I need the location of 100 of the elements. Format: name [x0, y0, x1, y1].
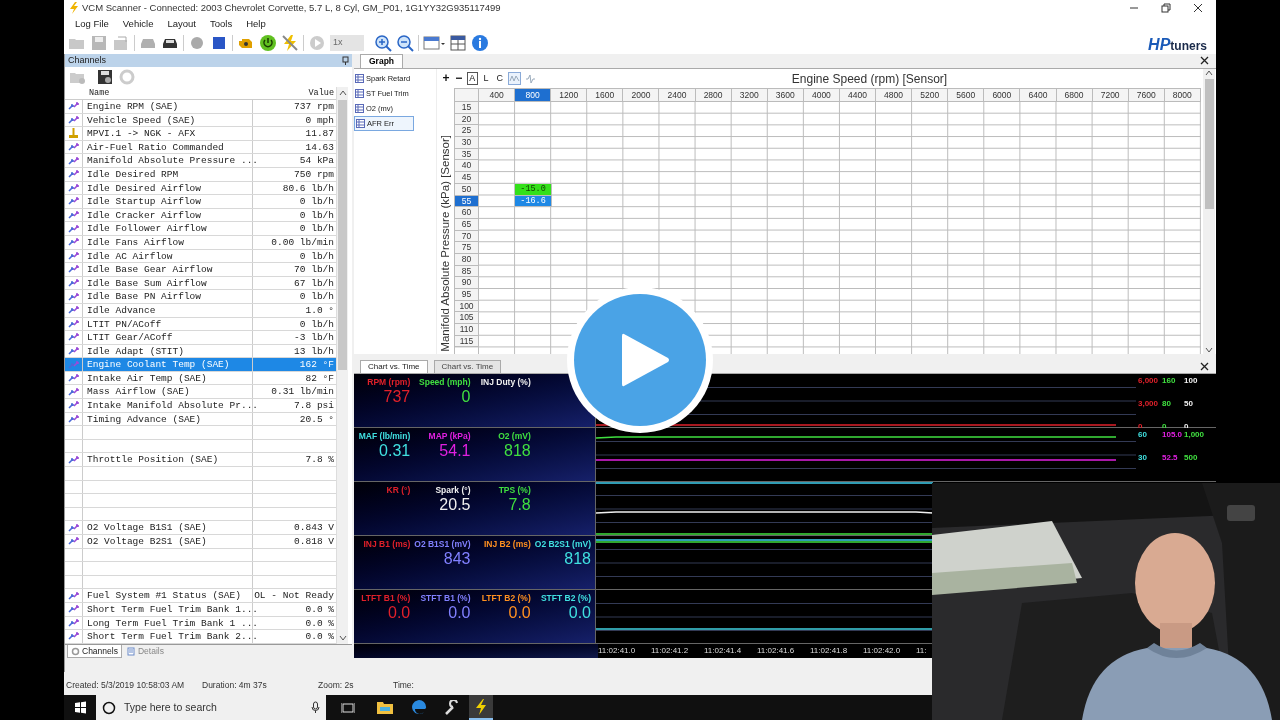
chart-tab[interactable]: Chart vs. Time [360, 360, 428, 373]
zoom-in-icon[interactable] [374, 34, 392, 52]
table-row[interactable]: Idle Base Sum Airflow 67 lb/h [65, 276, 336, 291]
column-header[interactable]: 4400 [839, 89, 877, 102]
mode-toggle[interactable]: L [480, 72, 492, 85]
menu-item[interactable]: Help [241, 16, 271, 32]
column-header[interactable]: 400 [479, 89, 516, 102]
column-header[interactable]: Value [253, 87, 336, 99]
table-row[interactable]: Short Term Fuel Trim Bank 2... 0.0 % [65, 630, 336, 644]
scroll-thumb[interactable] [1204, 79, 1214, 209]
row-header[interactable]: 25 [455, 125, 479, 138]
close-icon[interactable] [1200, 56, 1209, 65]
table-row[interactable]: Air-Fuel Ratio Commanded 14.63 [65, 140, 336, 155]
table-row[interactable]: Intake Air Temp (SAE) 82 °F [65, 371, 336, 386]
table-row[interactable]: O2 Voltage B2S1 (SAE) 0.818 V [65, 535, 336, 549]
column-header[interactable]: 7600 [1128, 89, 1165, 102]
column-header[interactable]: Name [83, 87, 253, 99]
table-row[interactable]: Throttle Position (SAE) 7.8 % [65, 453, 336, 468]
row-header[interactable]: 60 [455, 207, 479, 219]
mode-toggle[interactable]: A [466, 72, 478, 85]
row-header[interactable]: 95 [455, 289, 479, 301]
table-row[interactable]: O2 Voltage B1S1 (SAE) 0.843 V [65, 521, 336, 535]
table-row[interactable]: Manifold Absolute Pressure ... 54 kPa [65, 154, 336, 168]
column-header[interactable]: 7200 [1092, 89, 1129, 102]
mode-toggle[interactable]: C [494, 72, 505, 85]
column-header[interactable]: 5200 [912, 89, 949, 102]
stop-icon[interactable] [210, 34, 228, 52]
table-row[interactable]: Vehicle Speed (SAE) 0 mph [65, 113, 336, 128]
column-header[interactable]: 3200 [731, 89, 768, 102]
table-row[interactable]: MPVI.1 -> NGK - AFX 11.87 [65, 127, 336, 141]
restore-icon[interactable] [1161, 3, 1171, 13]
zoom-button[interactable]: − [453, 72, 464, 85]
scrollbar[interactable] [336, 87, 348, 644]
table-row[interactable]: Idle Desired Airflow 80.6 lb/h [65, 181, 336, 196]
scrollbar[interactable] [1203, 69, 1215, 354]
table-row[interactable]: Intake Manifold Absolute Pr... 7.8 psi [65, 399, 336, 413]
close-icon[interactable] [1200, 362, 1209, 371]
task-view-icon[interactable] [341, 701, 355, 714]
menu-item[interactable]: Tools [205, 16, 238, 32]
row-header[interactable]: 30 [455, 137, 479, 149]
column-header[interactable]: 4800 [876, 89, 913, 102]
scroll-down-icon[interactable] [338, 634, 347, 642]
column-header[interactable]: 2400 [659, 89, 696, 102]
table-cell[interactable]: -15.0 [515, 183, 553, 196]
menu-item[interactable]: Vehicle [117, 16, 159, 32]
info-icon[interactable] [471, 34, 489, 52]
column-header[interactable]: 2800 [695, 89, 732, 102]
table-row[interactable]: Engine RPM (SAE) 737 rpm [65, 100, 336, 114]
chart-tab[interactable]: Chart vs. Time [433, 360, 502, 373]
table-row[interactable]: Mass Airflow (SAE) 0.31 lb/min [65, 385, 336, 400]
scroll-up-icon[interactable] [338, 89, 347, 97]
table-icon[interactable] [423, 34, 445, 52]
wrench-icon[interactable] [444, 699, 460, 716]
column-header[interactable]: 6400 [1020, 89, 1057, 102]
power-icon[interactable] [259, 34, 277, 52]
close-icon[interactable] [1193, 3, 1203, 13]
scroll-down-icon[interactable] [1205, 346, 1213, 354]
menu-item[interactable]: Log File [70, 16, 114, 32]
pin-icon[interactable] [342, 56, 349, 65]
table-row[interactable]: Idle AC Airflow 0 lb/h [65, 249, 336, 264]
microphone-icon[interactable] [311, 701, 320, 714]
browser-icon[interactable] [411, 699, 427, 716]
zoom-out-icon[interactable] [396, 34, 414, 52]
table-icon[interactable] [449, 34, 467, 52]
column-header[interactable]: 4000 [803, 89, 840, 102]
column-header[interactable]: 6000 [984, 89, 1021, 102]
row-header[interactable]: 45 [455, 172, 479, 184]
table-row[interactable]: Engine Coolant Temp (SAE) 162 °F [65, 358, 336, 372]
table-row[interactable]: Timing Advance (SAE) 20.5 ° [65, 412, 336, 427]
menu-item[interactable]: Layout [162, 16, 201, 32]
table-row[interactable]: LTIT Gear/ACoff -3 lb/h [65, 331, 336, 345]
column-header[interactable]: 800 [515, 89, 552, 102]
table-row[interactable]: Idle Cracker Airflow 0 lb/h [65, 208, 336, 223]
column-header[interactable]: 1200 [551, 89, 588, 102]
folder-icon[interactable] [377, 701, 393, 714]
table-row[interactable]: Idle Base PN Airflow 0 lb/h [65, 290, 336, 304]
panel-tab[interactable]: Channels [67, 645, 122, 658]
table-row[interactable]: Idle Startup Airflow 0 lb/h [65, 195, 336, 209]
column-header[interactable]: 6800 [1056, 89, 1093, 102]
taskbar-app-button[interactable] [469, 695, 493, 720]
table-row[interactable]: Idle Base Gear Airflow 70 lb/h [65, 263, 336, 277]
table-row[interactable]: Idle Follower Airflow 0 lb/h [65, 222, 336, 236]
search-field[interactable]: Type here to search [124, 699, 303, 716]
table-row[interactable]: Short Term Fuel Trim Bank 1... 0.0 % [65, 602, 336, 617]
scroll-up-icon[interactable] [1205, 69, 1213, 77]
row-header[interactable]: 105 [455, 312, 479, 325]
column-header[interactable]: 8000 [1164, 89, 1201, 102]
table-row[interactable]: LTIT PN/ACoff 0 lb/h [65, 317, 336, 332]
row-header[interactable]: 40 [455, 160, 479, 173]
table-row[interactable]: Idle Fans Airflow 0.00 lb/min [65, 235, 336, 250]
table-row[interactable]: Fuel System #1 Status (SAE) OL - Not Ready [65, 589, 336, 603]
table-row[interactable]: Idle Desired RPM 750 rpm [65, 167, 336, 182]
row-header[interactable]: 75 [455, 242, 479, 254]
table-row[interactable]: Idle Advance 1.0 ° [65, 303, 336, 318]
row-header[interactable]: 110 [455, 324, 479, 336]
scroll-thumb[interactable] [338, 100, 347, 370]
zoom-button[interactable]: + [441, 72, 451, 85]
column-header[interactable]: 3600 [767, 89, 804, 102]
row-header[interactable]: 15 [455, 102, 479, 114]
row-header[interactable]: 90 [455, 277, 479, 289]
